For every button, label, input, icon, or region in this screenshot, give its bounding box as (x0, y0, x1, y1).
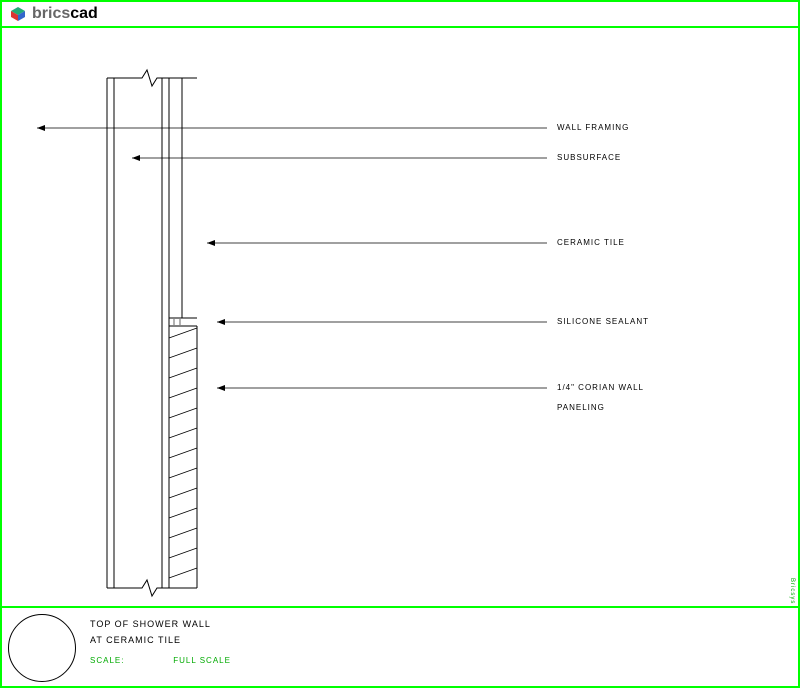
app-frame: bricscad (0, 0, 800, 688)
brand-name: bricscad (32, 5, 98, 23)
detail-marker-circle (8, 614, 76, 682)
bricscad-logo-icon (10, 6, 26, 22)
scale-label: SCALE: (90, 654, 170, 668)
drawing-canvas: WALL FRAMING SUBSURFACE CERAMIC TILE SIL… (2, 28, 798, 606)
title-block: TOP OF SHOWER WALL AT CERAMIC TILE SCALE… (2, 606, 798, 686)
header-bar: bricscad (2, 2, 798, 28)
scale-line: SCALE: FULL SCALE (90, 654, 792, 668)
title-line-1: TOP OF SHOWER WALL (90, 616, 792, 632)
scale-value: FULL SCALE (173, 656, 231, 665)
label-subsurface: SUBSURFACE (557, 153, 621, 162)
label-ceramic-tile: CERAMIC TILE (557, 238, 625, 247)
title-text-group: TOP OF SHOWER WALL AT CERAMIC TILE SCALE… (90, 616, 792, 669)
label-corian-wall: 1/4" CORIAN WALL (557, 383, 644, 392)
side-credit: Bricsys (789, 578, 795, 604)
label-silicone-sealant: SILICONE SEALANT (557, 317, 649, 326)
brand-prefix: brics (32, 5, 70, 22)
detail-drawing (2, 28, 798, 608)
label-wall-framing: WALL FRAMING (557, 123, 629, 132)
title-line-2: AT CERAMIC TILE (90, 632, 792, 648)
label-paneling: PANELING (557, 403, 605, 412)
brand-suffix: cad (70, 5, 98, 22)
